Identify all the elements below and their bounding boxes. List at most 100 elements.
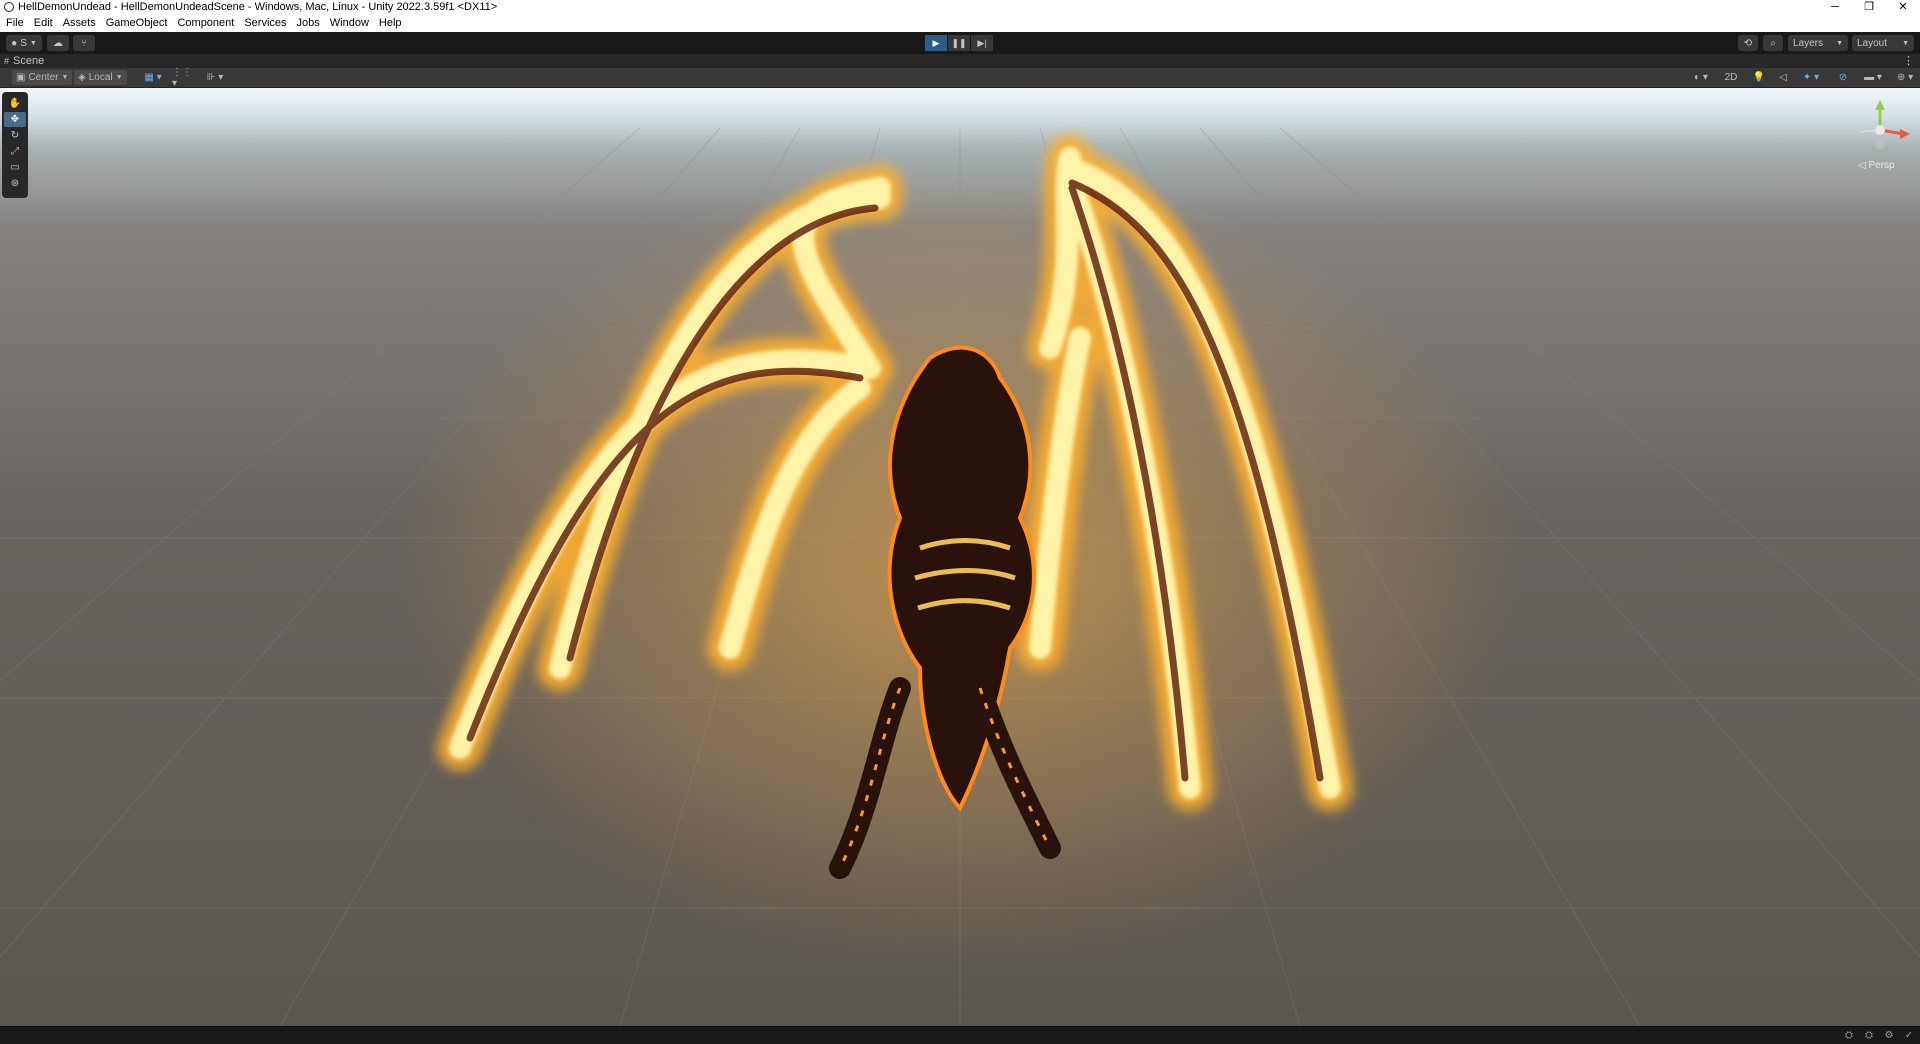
hand-tool-button[interactable]: ✋: [4, 96, 26, 111]
more-options-icon[interactable]: ⋮: [1903, 54, 1914, 67]
collab-status-icon[interactable]: ⛭: [1842, 1030, 1856, 1042]
version-control-button[interactable]: ⑂: [73, 35, 95, 51]
rect-icon: ▭: [10, 162, 20, 173]
branch-icon: ⑂: [81, 37, 87, 49]
restore-button[interactable]: ❐: [1852, 0, 1886, 14]
mode-2d-label: 2D: [1724, 72, 1738, 83]
pivot-icon: ▣: [16, 72, 26, 83]
camera-icon: ▬ ▾: [1864, 72, 1882, 83]
minimize-button[interactable]: ─: [1818, 0, 1852, 14]
2d-toggle[interactable]: 2D: [1720, 70, 1742, 85]
pause-button[interactable]: ❚❚: [948, 35, 970, 51]
pause-icon: ❚❚: [951, 37, 967, 48]
space-label: Local: [88, 72, 113, 83]
effects-icon: ✦ ▾: [1802, 72, 1820, 83]
effects-toggle[interactable]: ✦ ▾: [1800, 70, 1822, 85]
step-icon: ▶|: [977, 37, 987, 48]
main-toolbar: ● S ▼ ☁ ⑂ ▶ ❚❚ ▶| ⟲ ⌕ Layers ▼ Layout ▼: [0, 32, 1920, 54]
layout-label: Layout: [1857, 37, 1888, 49]
increment-snap-toggle[interactable]: ⋮⋮ ▾: [172, 67, 194, 89]
gizmos-dropdown[interactable]: ⊕ ▾: [1894, 70, 1916, 85]
chevron-down-icon: ▼: [1902, 39, 1909, 47]
unity-logo-icon: [4, 2, 14, 12]
menu-bar: File Edit Assets GameObject Component Se…: [0, 14, 1920, 32]
chevron-down-icon: ▼: [1836, 39, 1843, 47]
account-dropdown[interactable]: ● S ▼: [6, 35, 42, 51]
rect-tool-button[interactable]: ▭: [4, 160, 26, 175]
local-space-icon: ◈: [78, 72, 86, 83]
x-axis-cone-icon[interactable]: [1900, 129, 1910, 139]
move-icon: ✥: [10, 114, 20, 125]
hidden-objects-toggle[interactable]: ⊘: [1832, 70, 1854, 85]
pivot-center-dropdown[interactable]: ▣ Center ▼: [12, 70, 73, 85]
menu-edit[interactable]: Edit: [34, 17, 53, 29]
align-tools-toggle[interactable]: ⊪ ▾: [204, 70, 226, 85]
account-label: S: [20, 37, 27, 49]
align-icon: ⊪ ▾: [206, 72, 224, 83]
hand-icon: ✋: [8, 98, 22, 109]
chevron-down-icon: ▼: [61, 74, 69, 81]
menu-jobs[interactable]: Jobs: [297, 17, 320, 29]
transform-tools-panel: ✋ ✥ ↻ ⤢ ▭ ⊛: [2, 92, 28, 198]
projection-toggle[interactable]: ◁ Persp: [1858, 160, 1895, 171]
grid-icon: ▦ ▾: [144, 72, 162, 83]
step-button[interactable]: ▶|: [971, 35, 993, 51]
play-icon: ▶: [932, 37, 940, 48]
layers-label: Layers: [1793, 37, 1824, 49]
menu-file[interactable]: File: [6, 17, 24, 29]
cloud-button[interactable]: ☁: [47, 35, 69, 51]
scale-icon: ⤢: [11, 146, 19, 157]
audio-toggle[interactable]: ◁: [1772, 70, 1794, 85]
transform-icon: ⊛: [10, 178, 20, 189]
history-icon: ⟲: [1743, 37, 1753, 49]
transform-tool-button[interactable]: ⊛: [4, 176, 26, 191]
scene-grid-icon: #: [4, 56, 10, 66]
space-local-dropdown[interactable]: ◈ Local ▼: [74, 70, 127, 85]
rotate-icon: ↻: [10, 130, 20, 141]
scene-render: [0, 127, 1920, 1026]
compile-status-icon[interactable]: ✓: [1902, 1030, 1916, 1042]
status-bar: ⛭ ⛭ ⚙ ✓: [0, 1026, 1920, 1044]
orientation-gizmo[interactable]: [1848, 96, 1912, 166]
tab-scene-label: Scene: [13, 55, 45, 67]
gizmos-icon: ⊕ ▾: [1896, 72, 1914, 83]
close-button[interactable]: ✕: [1886, 0, 1920, 14]
scale-tool-button[interactable]: ⤢: [4, 144, 26, 159]
tab-bar: # Scene ⋮: [0, 54, 1920, 68]
lightbulb-icon: 💡: [1752, 72, 1766, 83]
menu-gameobject[interactable]: GameObject: [106, 17, 168, 29]
menu-services[interactable]: Services: [244, 17, 286, 29]
network-status-icon[interactable]: ⛭: [1862, 1030, 1876, 1042]
undo-history-button[interactable]: ⟲: [1738, 35, 1758, 51]
menu-window[interactable]: Window: [330, 17, 369, 29]
move-tool-button[interactable]: ✥: [4, 112, 26, 127]
search-icon: ⌕: [1770, 37, 1776, 49]
z-axis-cone-icon[interactable]: [1875, 139, 1885, 149]
grid-snap-toggle[interactable]: ▦ ▾: [142, 70, 164, 85]
search-button[interactable]: ⌕: [1763, 35, 1783, 51]
tab-scene[interactable]: # Scene: [4, 54, 44, 68]
layers-dropdown[interactable]: Layers ▼: [1788, 35, 1848, 51]
menu-assets[interactable]: Assets: [63, 17, 96, 29]
progress-status-icon[interactable]: ⚙: [1882, 1030, 1896, 1042]
speaker-icon: ◁: [1779, 72, 1787, 83]
rotate-tool-button[interactable]: ↻: [4, 128, 26, 143]
chevron-down-icon: ▼: [29, 39, 37, 47]
menu-help[interactable]: Help: [379, 17, 402, 29]
scene-toolbar: ▣ Center ▼ ◈ Local ▼ ▦ ▾ ⋮⋮ ▾ ⊪ ▾ ◐ ▾ 2D…: [0, 67, 1920, 89]
shading-sphere-icon: ◐ ▾: [1694, 72, 1708, 83]
layout-dropdown[interactable]: Layout ▼: [1852, 35, 1914, 51]
draw-mode-dropdown[interactable]: ◐ ▾: [1690, 70, 1712, 85]
lighting-toggle[interactable]: 💡: [1748, 70, 1770, 85]
camera-settings-dropdown[interactable]: ▬ ▾: [1862, 70, 1884, 85]
title-bar: HellDemonUndead - HellDemonUndeadScene -…: [0, 0, 1920, 14]
scene-viewport[interactable]: [0, 88, 1920, 1026]
eye-slash-icon: ⊘: [1838, 72, 1848, 83]
chevron-down-icon: ▼: [115, 74, 123, 81]
play-button[interactable]: ▶: [925, 35, 947, 51]
snap-icon: ⋮⋮ ▾: [172, 66, 192, 89]
account-icon: ●: [11, 37, 18, 49]
cloud-icon: ☁: [53, 37, 63, 49]
y-axis-cone-icon[interactable]: [1875, 100, 1885, 110]
menu-component[interactable]: Component: [177, 17, 234, 29]
